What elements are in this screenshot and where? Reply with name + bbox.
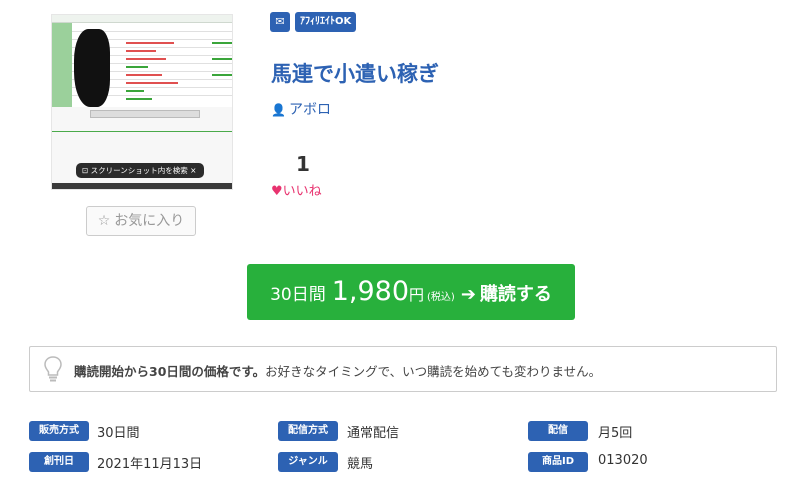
subscribe-button[interactable]: 30日間 1,980 円 (税込) ➔ 購読する xyxy=(247,264,575,320)
info-value-sale-type: 30日間 xyxy=(97,426,140,441)
info-label-created: 創刊日 xyxy=(29,452,89,472)
price-notice: 購読開始から30日間の価格です。お好きなタイミングで、いつ購読を始めても変わりま… xyxy=(29,346,777,392)
info-label-delivery-type: 配信方式 xyxy=(278,421,338,441)
arrow-right-icon: ➔ xyxy=(460,284,476,305)
author-link[interactable]: 👤 アボロ xyxy=(271,99,331,119)
info-label-genre: ジャンル xyxy=(278,452,338,472)
info-label-sale-type: 販売方式 xyxy=(29,421,89,441)
heart-icon: ♥ xyxy=(271,184,283,199)
info-value-delivery-type: 通常配信 xyxy=(347,426,400,441)
info-label-delivery: 配信 xyxy=(528,421,588,441)
screenshot-search-popup: ⊡ スクリーンショット内を検索 × xyxy=(76,163,204,178)
favorite-button[interactable]: ☆ お気に入り xyxy=(86,206,196,236)
price: 1,980 xyxy=(331,276,409,307)
star-icon: ☆ xyxy=(97,213,111,229)
info-value-genre[interactable]: 競馬 xyxy=(347,453,373,472)
like-count: 1 xyxy=(296,152,310,176)
redaction-mark xyxy=(74,29,110,107)
envelope-icon: ✉ xyxy=(270,12,290,32)
user-icon: 👤 xyxy=(271,103,286,117)
product-title: 馬連で小遣い稼ぎ xyxy=(271,62,439,86)
lightbulb-icon xyxy=(44,356,62,382)
thumbnail-spreadsheet xyxy=(52,15,232,107)
info-value-product-id: 013020 xyxy=(598,453,648,468)
like-button[interactable]: ♥いいね xyxy=(271,180,322,199)
product-thumbnail[interactable]: ⊡ スクリーンショット内を検索 × xyxy=(51,14,233,190)
info-value-delivery: 月5回 xyxy=(598,426,633,441)
info-label-product-id: 商品ID xyxy=(528,452,588,472)
info-value-created: 2021年11月13日 xyxy=(97,457,203,472)
affiliate-ok-badge: ｱﾌｨﾘｴｲﾄOK xyxy=(295,12,357,32)
